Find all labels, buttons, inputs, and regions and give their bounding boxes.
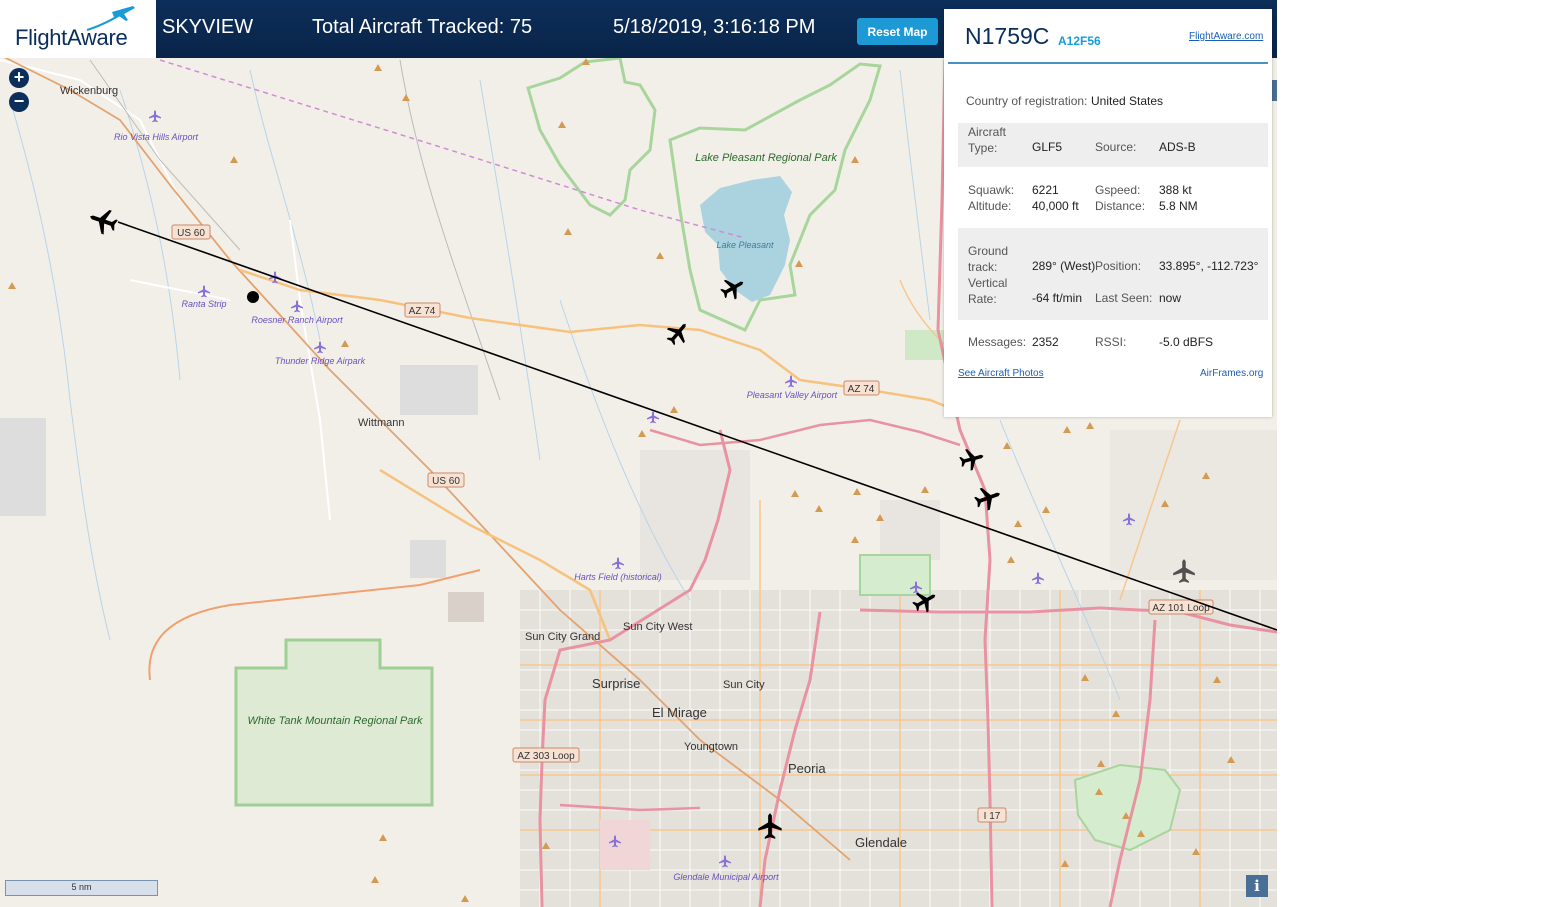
flightaware-link[interactable]: FlightAware.com	[1189, 31, 1263, 42]
vertical-rate-value: -64 ft/min	[1032, 291, 1083, 305]
last-seen-label: Last Seen:	[1095, 291, 1153, 305]
zoom-in-button[interactable]: +	[9, 68, 29, 88]
last-seen-value: now	[1159, 291, 1182, 305]
place-label: Roesner Ranch Airport	[251, 315, 343, 325]
place-label: Lake Pleasant Regional Park	[695, 152, 837, 164]
place-label: Wittmann	[358, 417, 404, 429]
place-label: Sun City Grand	[525, 631, 600, 643]
source-value: ADS-B	[1159, 140, 1196, 154]
aircraft-count: Total Aircraft Tracked: 75	[312, 16, 533, 38]
road-shield: I 17	[984, 811, 1001, 822]
place-label: El Mirage	[652, 705, 707, 720]
place-label: Sun City West	[623, 621, 693, 633]
road-shield: AZ 303 Loop	[517, 751, 575, 762]
logo-wordmark: FlightAware	[15, 25, 128, 50]
place-label: Glendale	[855, 835, 907, 850]
place-label: Rio Vista Hills Airport	[114, 132, 199, 142]
gspeed-value: 388 kt	[1159, 183, 1192, 197]
skyview-app: Wickenburg Rio Vista Hills Airport Ranta…	[0, 0, 1277, 907]
road-shield: AZ 74	[409, 306, 436, 317]
app-title: SKYVIEW	[162, 16, 254, 38]
panel-divider	[948, 62, 1268, 64]
scale-label: 5 nm	[71, 882, 92, 892]
road-shield: US 60	[177, 228, 205, 239]
place-label: Surprise	[592, 676, 640, 691]
vertical-rate-label: Vertical Rate:	[968, 276, 1008, 306]
place-label: White Tank Mountain Regional Park	[247, 715, 423, 727]
place-label: Wickenburg	[60, 85, 118, 97]
aircraft-registration: N1759C	[965, 23, 1050, 49]
place-label: Youngtown	[684, 741, 738, 753]
place-label: Lake Pleasant	[716, 240, 774, 250]
ground-track-value: 289° (West)	[1032, 259, 1096, 273]
aircraft-photos-link[interactable]: See Aircraft Photos	[958, 368, 1044, 379]
messages-label: Messages:	[968, 335, 1027, 349]
aircraft-type-value: GLF5	[1032, 140, 1063, 154]
place-label: Sun City	[723, 679, 765, 691]
country-label: Country of registration:	[966, 94, 1088, 108]
place-label: Glendale Municipal Airport	[673, 872, 779, 882]
place-label: Pleasant Valley Airport	[747, 390, 838, 400]
airframes-link[interactable]: AirFrames.org	[1200, 368, 1263, 379]
rssi-value: -5.0 dBFS	[1159, 335, 1214, 349]
country-value: United States	[1091, 94, 1164, 108]
current-datetime: 5/18/2019, 3:16:18 PM	[613, 16, 816, 38]
reset-map-button[interactable]: Reset Map	[857, 18, 938, 45]
aircraft-type-label: Aircraft Type:	[968, 125, 1007, 155]
road-shield: AZ 74	[848, 384, 875, 395]
squawk-label: Squawk:	[968, 183, 1015, 197]
rssi-label: RSSI:	[1095, 335, 1127, 349]
place-label: Ranta Strip	[181, 299, 226, 309]
zoom-out-button[interactable]: −	[9, 92, 29, 112]
position-label: Position:	[1095, 259, 1142, 273]
ground-track-label: Ground track:	[968, 244, 1009, 274]
place-label: Peoria	[788, 761, 826, 776]
map-scale-bar: 5 nm	[5, 880, 158, 896]
map-info-button[interactable]: i	[1246, 875, 1268, 897]
aircraft-hex-code: A12F56	[1058, 34, 1101, 48]
place-label: Thunder Ridge Airpark	[275, 356, 366, 366]
altitude-value: 40,000 ft	[1032, 199, 1079, 213]
messages-value: 2352	[1032, 335, 1059, 349]
distance-value: 5.8 NM	[1159, 199, 1198, 213]
squawk-value: 6221	[1032, 183, 1059, 197]
road-shield: AZ 101 Loop	[1152, 603, 1210, 614]
road-shield: US 60	[432, 476, 460, 487]
position-value: 33.895°, -112.723°	[1159, 259, 1259, 273]
place-label: Harts Field (historical)	[574, 572, 662, 582]
aircraft-info-panel: N1759C A12F56 FlightAware.com Country of…	[944, 9, 1272, 417]
distance-label: Distance:	[1095, 199, 1146, 213]
track-point-marker[interactable]	[247, 291, 259, 303]
gspeed-label: Gspeed:	[1095, 183, 1141, 197]
source-label: Source:	[1095, 140, 1137, 154]
altitude-label: Altitude:	[968, 199, 1012, 213]
flightaware-logo[interactable]: FlightAware	[0, 0, 156, 58]
